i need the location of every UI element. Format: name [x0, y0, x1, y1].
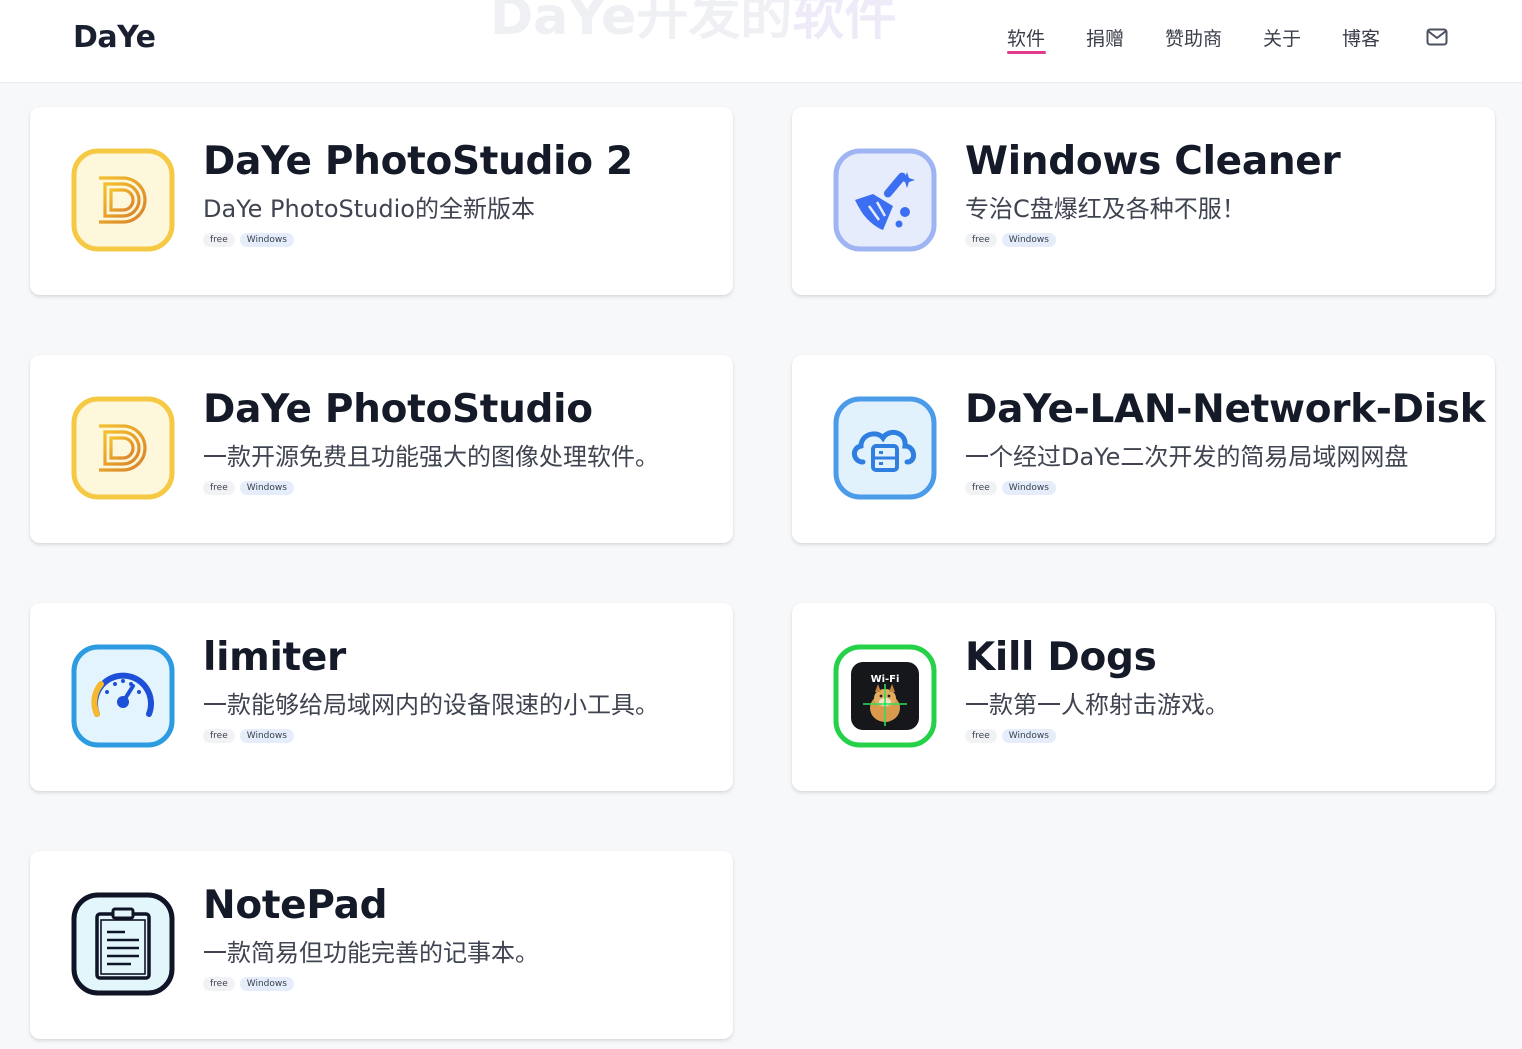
app-description: 一款开源免费且功能强大的图像处理软件。: [203, 443, 659, 471]
tag-list: free Windows: [203, 233, 299, 247]
tag-platform: Windows: [239, 977, 294, 991]
tag-list: free Windows: [965, 481, 1061, 495]
nav-item-about[interactable]: 关于: [1263, 24, 1301, 51]
tag-free: free: [965, 729, 997, 743]
nav-item-sponsors[interactable]: 赞助商: [1165, 24, 1222, 51]
app-description: 专治C盘爆红及各种不服！: [965, 195, 1246, 223]
app-card-lan-network-disk[interactable]: DaYe-LAN-Network-Disk 一个经过DaYe二次开发的简易局域网…: [792, 355, 1495, 543]
app-title[interactable]: DaYe PhotoStudio 2: [203, 139, 633, 184]
tag-platform: Windows: [239, 233, 294, 247]
app-title[interactable]: Windows Cleaner: [965, 139, 1341, 184]
clipboard-notepad-icon: [71, 892, 175, 996]
app-card-windows-cleaner[interactable]: Windows Cleaner 专治C盘爆红及各种不服！ free Windows: [792, 107, 1495, 295]
app-description: DaYe PhotoStudio的全新版本: [203, 195, 535, 223]
tag-list: free Windows: [965, 233, 1061, 247]
app-card-photostudio[interactable]: DaYe PhotoStudio 一款开源免费且功能强大的图像处理软件。 fre…: [30, 355, 733, 543]
cloud-server-icon: [833, 396, 937, 500]
app-card-photostudio-2[interactable]: DaYe PhotoStudio 2 DaYe PhotoStudio的全新版本…: [30, 107, 733, 295]
main-nav: 软件 捐赠 赞助商 关于 博客: [0, 24, 1522, 64]
wifi-label: Wi-Fi: [871, 674, 900, 685]
app-description: 一个经过DaYe二次开发的简易局域网网盘: [965, 443, 1409, 471]
app-title[interactable]: limiter: [203, 635, 346, 680]
wifi-dog-crosshair-icon: Wi-Fi: [833, 644, 937, 748]
nav-item-software[interactable]: 软件: [1007, 24, 1045, 51]
photostudio-d-logo-icon: [71, 148, 175, 252]
tag-free: free: [965, 481, 997, 495]
photostudio-d-logo-icon: [71, 396, 175, 500]
app-description: 一款简易但功能完善的记事本。: [203, 939, 539, 967]
top-navbar: DaYe开发的软件 DaYe 软件 捐赠 赞助商 关于 博客: [0, 0, 1522, 83]
tag-free: free: [203, 481, 235, 495]
app-title[interactable]: DaYe-LAN-Network-Disk: [965, 387, 1486, 432]
tag-platform: Windows: [1001, 481, 1056, 495]
tag-platform: Windows: [1001, 233, 1056, 247]
broom-icon: [833, 148, 937, 252]
speedometer-icon: [71, 644, 175, 748]
tag-platform: Windows: [1001, 729, 1056, 743]
app-title[interactable]: DaYe PhotoStudio: [203, 387, 593, 432]
tag-free: free: [965, 233, 997, 247]
tag-list: free Windows: [965, 729, 1061, 743]
mail-icon[interactable]: [1426, 28, 1448, 46]
app-card-kill-dogs[interactable]: Wi-Fi Kill Dogs 一款第一人称射击游戏。 free Windows: [792, 603, 1495, 791]
tag-free: free: [203, 233, 235, 247]
tag-list: free Windows: [203, 729, 299, 743]
nav-active-indicator: [1007, 51, 1046, 54]
nav-item-donate[interactable]: 捐赠: [1086, 24, 1124, 51]
tag-free: free: [203, 977, 235, 991]
tag-list: free Windows: [203, 481, 299, 495]
nav-item-blog[interactable]: 博客: [1342, 24, 1380, 51]
tag-platform: Windows: [239, 481, 294, 495]
app-title[interactable]: NotePad: [203, 883, 388, 928]
app-description: 一款第一人称射击游戏。: [965, 691, 1229, 719]
app-description: 一款能够给局域网内的设备限速的小工具。: [203, 691, 659, 719]
tag-free: free: [203, 729, 235, 743]
tag-platform: Windows: [239, 729, 294, 743]
app-card-limiter[interactable]: limiter 一款能够给局域网内的设备限速的小工具。 free Windows: [30, 603, 733, 791]
tag-list: free Windows: [203, 977, 299, 991]
app-card-notepad[interactable]: NotePad 一款简易但功能完善的记事本。 free Windows: [30, 851, 733, 1039]
app-title[interactable]: Kill Dogs: [965, 635, 1157, 680]
